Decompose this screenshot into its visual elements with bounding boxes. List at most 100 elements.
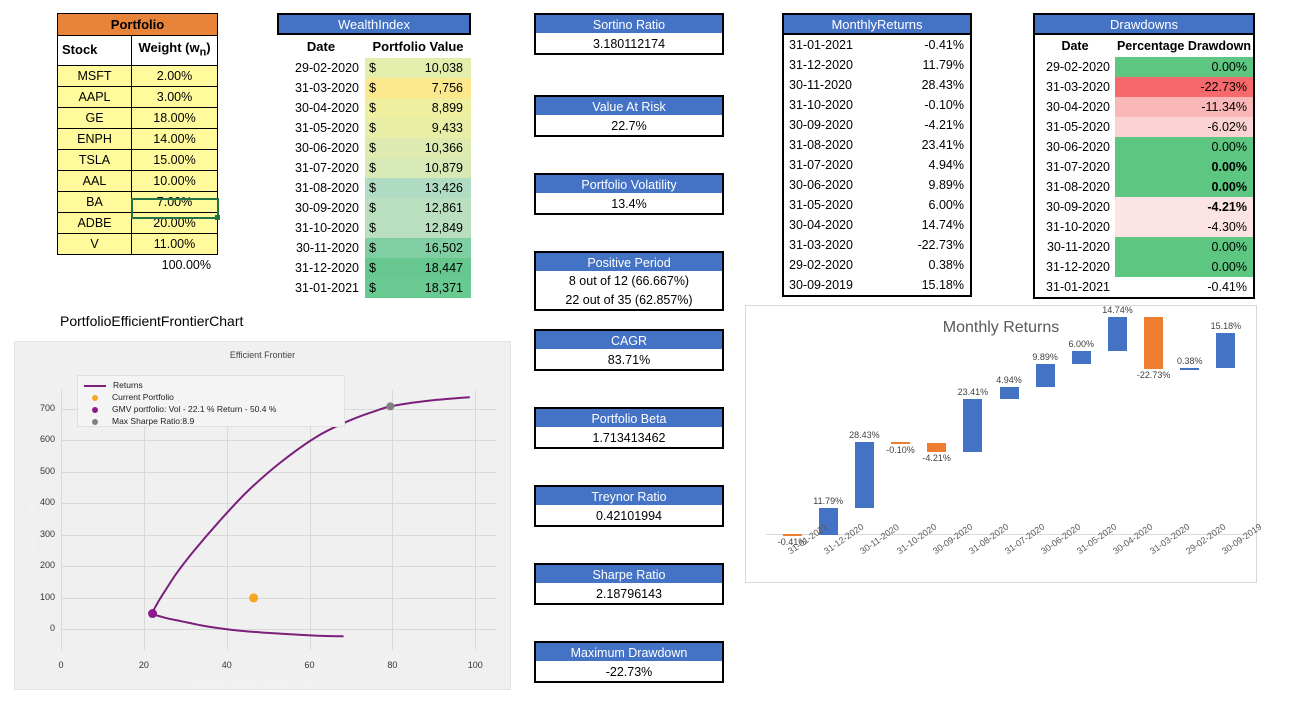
- table-row[interactable]: 31-07-2020 4.94%: [784, 155, 970, 175]
- monthlyreturns-date[interactable]: 31-07-2020: [784, 155, 890, 175]
- monthlyreturns-date[interactable]: 29-02-2020: [784, 255, 890, 275]
- monthlyreturns-value[interactable]: 9.89%: [890, 175, 970, 195]
- wealthindex-date[interactable]: 30-04-2020: [277, 98, 365, 118]
- monthlyreturns-value[interactable]: 11.79%: [890, 55, 970, 75]
- portfolio-stock[interactable]: ENPH: [57, 127, 132, 150]
- drawdowns-date[interactable]: 31-08-2020: [1035, 177, 1115, 197]
- portfolio-stock[interactable]: MSFT: [57, 64, 132, 87]
- table-row[interactable]: 31-08-2020 0.00%: [1035, 177, 1253, 197]
- table-row[interactable]: 31-01-2021 -0.41%: [1035, 277, 1253, 297]
- table-row[interactable]: 31-03-2020 $7,756: [277, 78, 471, 98]
- wealthindex-date[interactable]: 31-05-2020: [277, 118, 365, 138]
- table-row[interactable]: 31-10-2020 -0.10%: [784, 95, 970, 115]
- portfolio-weight[interactable]: 3.00%: [131, 85, 218, 108]
- drawdowns-date[interactable]: 31-01-2021: [1035, 277, 1115, 297]
- portfolio-stock[interactable]: AAL: [57, 169, 132, 192]
- table-row[interactable]: TSLA 15.00%: [57, 148, 218, 171]
- monthlyreturns-value[interactable]: 4.94%: [890, 155, 970, 175]
- table-row[interactable]: 31-10-2020 $12,849: [277, 218, 471, 238]
- wealthindex-date[interactable]: 30-06-2020: [277, 138, 365, 158]
- drawdowns-value[interactable]: 0.00%: [1115, 257, 1253, 277]
- table-row[interactable]: 30-11-2020 $16,502: [277, 238, 471, 258]
- wealthindex-value[interactable]: 8,899: [381, 98, 471, 118]
- wealthindex-value[interactable]: 9,433: [381, 118, 471, 138]
- drawdowns-date[interactable]: 30-06-2020: [1035, 137, 1115, 157]
- monthlyreturns-value[interactable]: -0.10%: [890, 95, 970, 115]
- portfolio-stock[interactable]: AAPL: [57, 85, 132, 108]
- monthlyreturns-value[interactable]: 28.43%: [890, 75, 970, 95]
- monthlyreturns-value[interactable]: 0.38%: [890, 255, 970, 275]
- drawdowns-value[interactable]: -4.21%: [1115, 197, 1253, 217]
- table-row[interactable]: GE 18.00%: [57, 106, 218, 129]
- wealthindex-value[interactable]: 10,366: [381, 138, 471, 158]
- drawdowns-value[interactable]: -4.30%: [1115, 217, 1253, 237]
- portfolio-weight[interactable]: 10.00%: [131, 169, 218, 192]
- wealthindex-date[interactable]: 31-03-2020: [277, 78, 365, 98]
- table-row[interactable]: 31-03-2020 -22.73%: [1035, 77, 1253, 97]
- monthlyreturns-date[interactable]: 30-04-2020: [784, 215, 890, 235]
- monthlyreturns-date[interactable]: 31-12-2020: [784, 55, 890, 75]
- wealthindex-date[interactable]: 30-11-2020: [277, 238, 365, 258]
- monthly-returns-chart[interactable]: Monthly Returns -0.41% 11.79% 28.43% -0.10%…: [745, 305, 1263, 583]
- table-row[interactable]: 31-08-2020 23.41%: [784, 135, 970, 155]
- table-row[interactable]: 30-11-2020 28.43%: [784, 75, 970, 95]
- table-row[interactable]: 31-08-2020 $13,426: [277, 178, 471, 198]
- portfolio-stock[interactable]: BA: [57, 190, 132, 213]
- table-row[interactable]: 31-05-2020 6.00%: [784, 195, 970, 215]
- monthlyreturns-value[interactable]: 14.74%: [890, 215, 970, 235]
- wealthindex-value[interactable]: 12,849: [381, 218, 471, 238]
- monthlyreturns-date[interactable]: 31-05-2020: [784, 195, 890, 215]
- drawdowns-value[interactable]: -6.02%: [1115, 117, 1253, 137]
- wealthindex-value[interactable]: 18,447: [381, 258, 471, 278]
- wealthindex-date[interactable]: 31-01-2021: [277, 278, 365, 298]
- wealthindex-date[interactable]: 29-02-2020: [277, 58, 365, 78]
- portfolio-stock[interactable]: TSLA: [57, 148, 132, 171]
- monthlyreturns-date[interactable]: 30-09-2020: [784, 115, 890, 135]
- monthlyreturns-date[interactable]: 31-01-2021: [784, 35, 890, 55]
- table-row[interactable]: MSFT 2.00%: [57, 64, 218, 87]
- table-row[interactable]: 30-09-2020 -4.21%: [1035, 197, 1253, 217]
- drawdowns-value[interactable]: 0.00%: [1115, 157, 1253, 177]
- drawdowns-value[interactable]: -11.34%: [1115, 97, 1253, 117]
- wealthindex-value[interactable]: 12,861: [381, 198, 471, 218]
- wealthindex-date[interactable]: 30-09-2020: [277, 198, 365, 218]
- drawdowns-value[interactable]: -0.41%: [1115, 277, 1253, 297]
- drawdowns-value[interactable]: 0.00%: [1115, 57, 1253, 77]
- monthlyreturns-date[interactable]: 30-09-2019: [784, 275, 890, 295]
- table-row[interactable]: 31-05-2020 $9,433: [277, 118, 471, 138]
- drawdowns-date[interactable]: 31-10-2020: [1035, 217, 1115, 237]
- monthlyreturns-value[interactable]: 15.18%: [890, 275, 970, 295]
- wealthindex-value[interactable]: 16,502: [381, 238, 471, 258]
- drawdowns-value[interactable]: 0.00%: [1115, 237, 1253, 257]
- table-row[interactable]: AAPL 3.00%: [57, 85, 218, 108]
- wealthindex-date[interactable]: 31-08-2020: [277, 178, 365, 198]
- efficient-frontier-chart[interactable]: Efficient Frontier 0 100 200 300 400 500 600 70…: [14, 341, 511, 690]
- wealthindex-value[interactable]: 10,038: [381, 58, 471, 78]
- drawdowns-value[interactable]: 0.00%: [1115, 177, 1253, 197]
- table-row[interactable]: 29-02-2020 0.00%: [1035, 57, 1253, 77]
- table-row[interactable]: ENPH 14.00%: [57, 127, 218, 150]
- portfolio-weight[interactable]: 20.00%: [131, 211, 218, 234]
- table-row[interactable]: 31-12-2020 11.79%: [784, 55, 970, 75]
- drawdowns-date[interactable]: 31-05-2020: [1035, 117, 1115, 137]
- portfolio-weight[interactable]: 14.00%: [131, 127, 218, 150]
- monthlyreturns-value[interactable]: -0.41%: [890, 35, 970, 55]
- table-row[interactable]: 30-11-2020 0.00%: [1035, 237, 1253, 257]
- monthlyreturns-value[interactable]: 23.41%: [890, 135, 970, 155]
- drawdowns-date[interactable]: 31-03-2020: [1035, 77, 1115, 97]
- wealthindex-value[interactable]: 7,756: [381, 78, 471, 98]
- table-row[interactable]: AAL 10.00%: [57, 169, 218, 192]
- table-row[interactable]: ADBE 20.00%: [57, 211, 218, 234]
- wealthindex-value[interactable]: 18,371: [381, 278, 471, 298]
- table-row[interactable]: 30-09-2019 15.18%: [784, 275, 970, 295]
- monthlyreturns-value[interactable]: 6.00%: [890, 195, 970, 215]
- drawdowns-date[interactable]: 29-02-2020: [1035, 57, 1115, 77]
- portfolio-stock[interactable]: V: [57, 232, 132, 255]
- table-row[interactable]: 30-04-2020 -11.34%: [1035, 97, 1253, 117]
- portfolio-weight[interactable]: 18.00%: [131, 106, 218, 129]
- table-row[interactable]: 30-04-2020 14.74%: [784, 215, 970, 235]
- table-row[interactable]: 31-05-2020 -6.02%: [1035, 117, 1253, 137]
- portfolio-weight[interactable]: 11.00%: [131, 232, 218, 255]
- table-row[interactable]: 30-06-2020 0.00%: [1035, 137, 1253, 157]
- monthlyreturns-value[interactable]: -22.73%: [890, 235, 970, 255]
